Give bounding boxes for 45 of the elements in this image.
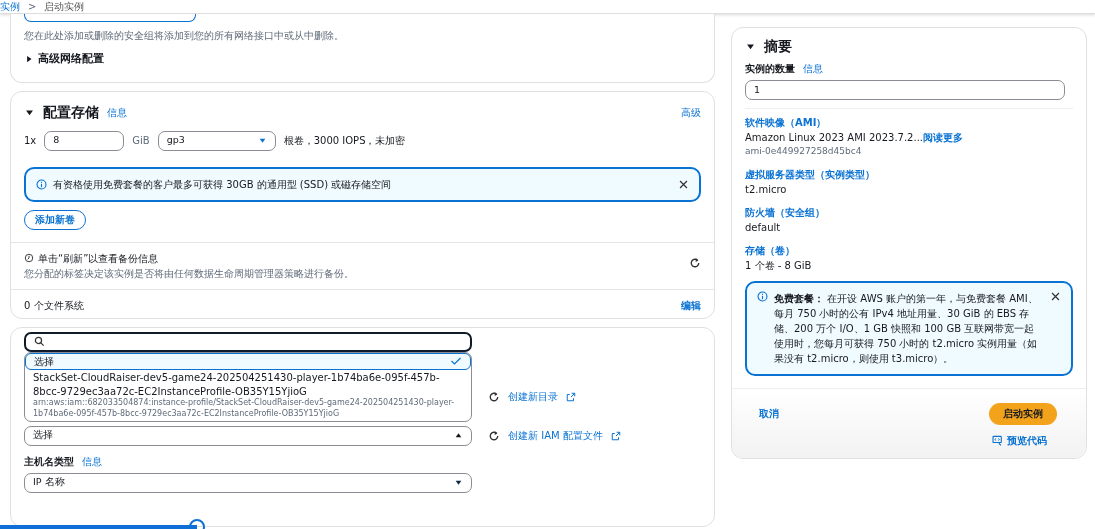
advanced-link[interactable]: 高级 bbox=[681, 104, 701, 120]
create-directory-link[interactable]: 创建新目录 bbox=[508, 389, 558, 405]
section-title: 配置存储 bbox=[43, 102, 99, 122]
hostname-dropdown[interactable]: IP 名称 bbox=[24, 472, 472, 493]
summary-label: 软件映像（AMI） bbox=[745, 116, 828, 130]
alert-text: 有资格使用免费套餐的客户最多可获得 30GB 的通用型 (SSD) 或磁存储空间 bbox=[53, 177, 392, 192]
breadcrumb-separator: > bbox=[28, 0, 37, 14]
edit-link[interactable]: 编辑 bbox=[681, 297, 701, 313]
hint-text: 您在此处添加或删除的安全组将添加到您的所有网络接口中或从中删除。 bbox=[24, 29, 345, 43]
summary-label: 防火墙（安全组） bbox=[745, 205, 826, 220]
free-tier-text: 免费套餐： 在开设 AWS 账户的第一年，与免费套餐 AMI、每月 750 小时的公有 IPv4 地址用量、30 GiB 的 EBS 存储、200 万个 I/O、1 GB 快照和 100 GB 互联网带宽一起使用时，您每月可获得 750 小时的 t2.micro 实例用量（如果没有 t2.micro，则使用 t3.micro）。 bbox=[774, 291, 1039, 366]
profile-dropdown[interactable]: 选择 bbox=[24, 425, 472, 446]
read-more-link[interactable]: 阅读更多 bbox=[923, 132, 963, 143]
count-field[interactable]: 1 bbox=[745, 80, 1065, 100]
volume-description: 根卷，3000 IOPS，未加密 bbox=[283, 134, 406, 148]
launch-button[interactable]: 启动实例 bbox=[989, 402, 1057, 425]
summary-value: t2.micro bbox=[745, 183, 787, 195]
dropdown-option[interactable]: StackSet-CloudRaiser-dev5-game24-202504251430-player-1b74ba6e-095f-457b-8bcc-9729ec3aa72c-EC2InstanceProfile-OB35Y15YjioG arn:aws:iam::682033504874:instance-profile/StackSet-CloudRaiser-dev5-game24-202504251430-player-1b74ba6e-095f-457b-8bcc-9729ec3aa72c-EC2InstanceProfile-OB35Y15YjioG bbox=[25, 370, 471, 421]
section-toggle[interactable]: 高级网络配置 bbox=[38, 51, 104, 68]
create-profile-link[interactable]: 创建新 IAM 配置文件 bbox=[508, 428, 603, 444]
summary-value: Amazon Linux 2023 AMI 2023.7.2... bbox=[745, 132, 923, 143]
cancel-link[interactable]: 取消 bbox=[759, 406, 779, 422]
add-volume-button[interactable]: 添加新卷 bbox=[24, 209, 86, 230]
breadcrumb-link[interactable]: 实例 bbox=[0, 0, 20, 14]
field-label: 实例的数量 bbox=[745, 62, 795, 76]
unit-label: GiB bbox=[132, 134, 150, 148]
summary-label: 存储（卷） bbox=[745, 243, 796, 258]
filesystem-count: 0 个文件系统 bbox=[24, 298, 84, 313]
backup-title: 单击“刷新”以查看备份信息 bbox=[38, 251, 159, 266]
size-field[interactable]: 8 bbox=[44, 130, 125, 151]
info-link[interactable]: 信息 bbox=[82, 453, 102, 469]
volume-count: 1x bbox=[24, 134, 37, 148]
preview-code-link[interactable]: 预览代码 bbox=[1007, 432, 1047, 448]
breadcrumb-current: 启动实例 bbox=[44, 0, 85, 14]
summary-value: 1 个卷 - 8 GiB bbox=[745, 259, 812, 271]
info-link[interactable]: 信息 bbox=[803, 61, 823, 76]
field-label: 主机名类型 bbox=[24, 454, 74, 469]
dropdown-option[interactable]: 选择 bbox=[25, 352, 471, 370]
summary-label: 虚拟服务器类型（实例类型） bbox=[745, 167, 876, 182]
info-link[interactable]: 信息 bbox=[107, 104, 127, 120]
summary-title: 摘要 bbox=[764, 37, 792, 56]
ami-id: ami-0e449927258d45bc4 bbox=[745, 145, 863, 158]
volume-type-dropdown[interactable]: gp3 bbox=[157, 130, 276, 151]
summary-value: default bbox=[745, 221, 781, 233]
backup-description: 您分配的标签决定该实例是否将由任何数据生命周期管理器策略进行备份。 bbox=[24, 266, 354, 281]
